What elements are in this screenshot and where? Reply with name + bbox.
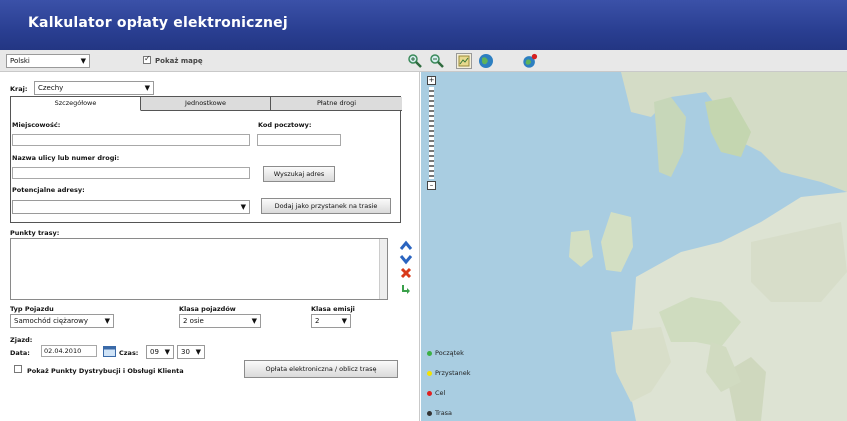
route-point-actions <box>399 240 413 300</box>
legend-destination-dot <box>427 390 432 396</box>
app-title: Kalkulator opłaty elektronicznej <box>28 15 288 31</box>
emission-class-select[interactable]: 2 ▼ <box>311 314 351 328</box>
globe-flag-icon[interactable] <box>522 53 538 69</box>
move-down-icon[interactable] <box>399 253 413 265</box>
vehicle-type-value: Samochód ciężarowy <box>14 317 89 325</box>
legend-stop-label: Przystanek <box>435 369 471 377</box>
axle-class-value: 2 osie <box>183 317 204 325</box>
postcode-label: Kod pocztowy: <box>258 121 312 129</box>
emission-class-value: 2 <box>315 317 320 325</box>
axle-class-select[interactable]: 2 osie ▼ <box>179 314 261 328</box>
map-zoom-slider[interactable] <box>429 87 434 179</box>
zoom-in-icon[interactable] <box>407 53 423 69</box>
country-select[interactable]: Czechy ▼ <box>34 81 154 95</box>
chevron-down-icon: ▼ <box>195 348 201 356</box>
country-value: Czechy <box>38 84 64 92</box>
date-value: 02.04.2010 <box>44 347 82 355</box>
delete-icon[interactable] <box>400 267 412 279</box>
calculate-route-button[interactable]: Opłata elektroniczna / oblicz trasę <box>244 360 398 378</box>
add-stop-button[interactable]: Dodaj jako przystanek na trasie <box>261 198 391 214</box>
street-label: Nazwa ulicy lub numer drogi: <box>12 154 120 162</box>
map-view[interactable]: + – Początek Przystanek Cel Trasa <box>421 72 847 421</box>
route-points-label: Punkty trasy: <box>10 229 60 237</box>
map-zoom-control: + – <box>427 76 436 190</box>
title-bar: Kalkulator opłaty elektronicznej <box>0 0 847 50</box>
map-extent-icon[interactable] <box>456 53 472 69</box>
map-zoom-out-button[interactable]: – <box>427 181 436 190</box>
map-canvas <box>421 72 847 421</box>
legend-start: Początek <box>427 349 464 357</box>
language-value: Polski <box>10 57 30 65</box>
hour-select[interactable]: 09 ▼ <box>146 345 174 359</box>
tab-detailed[interactable]: Szczegółowe <box>11 97 141 111</box>
show-points-checkbox[interactable] <box>14 365 22 373</box>
route-form-panel: Kraj: Czechy ▼ Szczegółowe Jednostkowe P… <box>0 72 420 421</box>
map-view-label: Pokaż mapę <box>155 57 203 65</box>
legend-route-label: Trasa <box>435 409 453 417</box>
tab-detailed-label: Szczegółowe <box>54 99 97 107</box>
legend-stop-dot <box>427 370 432 376</box>
time-label: Czas: <box>119 349 139 357</box>
chevron-down-icon: ▼ <box>164 348 170 356</box>
tab-unit[interactable]: Jednostkowe <box>141 97 271 111</box>
chevron-down-icon: ▼ <box>240 203 246 211</box>
city-label: Miejscowość: <box>12 121 61 129</box>
minute-select[interactable]: 30 ▼ <box>177 345 205 359</box>
tab-unit-label: Jednostkowe <box>185 99 226 107</box>
zoom-out-icon[interactable] <box>429 53 445 69</box>
city-input[interactable] <box>12 134 250 146</box>
potential-addresses-select[interactable]: ▼ <box>12 200 250 214</box>
chevron-down-icon: ▼ <box>104 317 110 325</box>
map-view-checkbox[interactable] <box>143 54 151 64</box>
potential-addresses-label: Potencjalne adresy: <box>12 186 85 194</box>
toolbar: Polski ▼ Pokaż mapę <box>0 50 847 72</box>
tab-toll-roads[interactable]: Płatne drogi <box>271 97 402 111</box>
legend-stop: Przystanek <box>427 369 471 377</box>
date-label: Data: <box>10 349 30 357</box>
legend-destination: Cel <box>427 389 445 397</box>
search-address-button[interactable]: Wyszukaj adres <box>263 166 335 182</box>
date-input[interactable]: 02.04.2010 <box>41 345 97 357</box>
country-label: Kraj: <box>10 85 28 93</box>
map-zoom-in-button[interactable]: + <box>427 76 436 85</box>
move-up-icon[interactable] <box>399 240 413 252</box>
legend-route-dot <box>427 410 432 416</box>
language-select[interactable]: Polski ▼ <box>6 54 90 68</box>
street-input[interactable] <box>12 167 250 179</box>
tab-toll-roads-label: Płatne drogi <box>316 99 357 107</box>
globe-icon[interactable] <box>478 53 494 69</box>
postcode-input[interactable] <box>257 134 341 146</box>
legend-start-label: Początek <box>435 349 464 357</box>
hour-value: 09 <box>150 348 159 356</box>
calendar-icon[interactable] <box>103 345 116 357</box>
legend-route: Trasa <box>427 409 452 417</box>
chevron-down-icon: ▼ <box>144 84 150 92</box>
vehicle-type-label: Typ Pojazdu <box>10 305 54 313</box>
show-points-label: Pokaż Punkty Dystrybucji i Obsługi Klien… <box>27 367 184 375</box>
departure-label: Zjazd: <box>10 336 33 344</box>
route-points-list[interactable] <box>10 238 388 300</box>
chevron-down-icon: ▼ <box>251 317 257 325</box>
legend-start-dot <box>427 350 432 356</box>
axle-class-label: Klasa pojazdów <box>179 305 236 313</box>
chevron-down-icon: ▼ <box>341 317 347 325</box>
address-tabs: Szczegółowe Jednostkowe Płatne drogi Mie… <box>10 96 402 223</box>
minute-value: 30 <box>181 348 190 356</box>
chevron-down-icon: ▼ <box>80 57 86 65</box>
emission-class-label: Klasa emisji <box>311 305 355 313</box>
reverse-icon[interactable] <box>400 282 412 294</box>
vehicle-type-select[interactable]: Samochód ciężarowy ▼ <box>10 314 114 328</box>
route-points-scrollbar[interactable] <box>379 239 387 299</box>
legend-destination-label: Cel <box>435 389 446 397</box>
